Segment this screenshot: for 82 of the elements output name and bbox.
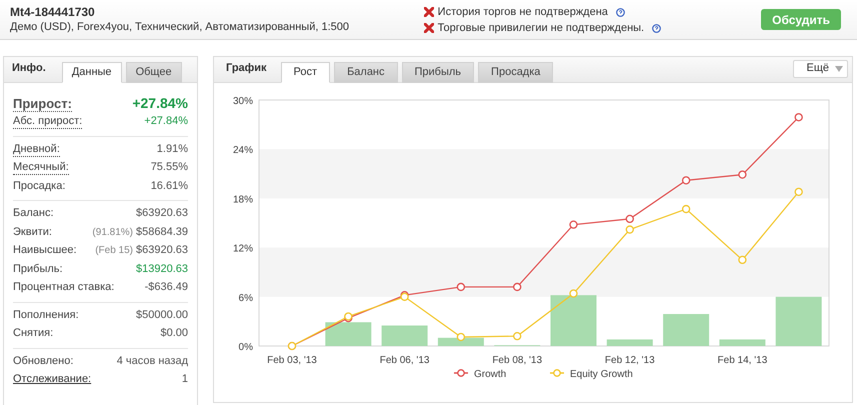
stat-value: 75.55% — [150, 160, 188, 175]
stat-value: $50000.00 — [136, 308, 188, 322]
stat-value: 1 — [182, 372, 188, 387]
stat-value: $0.00 — [160, 326, 188, 341]
stat-value: +27.84% — [144, 114, 188, 129]
y-tick-label: 6% — [238, 292, 253, 304]
cross-icon — [424, 7, 434, 17]
x-tick-label: Feb 12, '13 — [604, 355, 655, 366]
y-tick-label: 24% — [232, 145, 253, 156]
point — [626, 214, 634, 224]
stat-label: Месячный: — [13, 161, 69, 175]
account-title: Mt4-184441730 — [10, 5, 96, 20]
stat-value: 4 часов назад — [116, 354, 188, 368]
x-tick-label: Feb 14, '13 — [718, 355, 768, 366]
stat-label: Эквити: — [13, 224, 52, 240]
more-dropdown[interactable]: Ещё — [793, 60, 848, 78]
point — [794, 188, 803, 196]
warning-text: История торгов не подтверждена — [438, 4, 608, 20]
stat-value: -$636.49 — [144, 280, 188, 295]
bar — [325, 322, 372, 346]
stat-label: Прирост: — [13, 96, 72, 112]
stat-value: 16.61% — [150, 178, 188, 194]
bar — [382, 326, 428, 346]
stat-value: 1.91% — [156, 142, 188, 156]
panel-tab[interactable]: Общее — [126, 62, 182, 83]
legend-marker-icon — [550, 369, 564, 377]
panel-heading: Инфо. — [12, 60, 46, 76]
chart-tab[interactable]: Баланс — [334, 62, 398, 83]
stat-label: Снятия: — [13, 326, 54, 341]
stat-value: $63920.63 — [136, 206, 188, 221]
point — [794, 113, 803, 122]
stat-label: Баланс: — [13, 206, 54, 221]
point — [682, 204, 690, 214]
stat-value: $58684.39 — [136, 224, 188, 240]
legend-marker-icon — [454, 369, 468, 377]
chart-tab[interactable]: Рост — [280, 62, 330, 83]
point — [738, 170, 747, 179]
point — [569, 220, 578, 229]
point — [513, 282, 522, 292]
panel-tab[interactable]: Данные — [62, 62, 122, 83]
legend-label: Growth — [474, 369, 506, 380]
y-tick-label: 30% — [232, 96, 253, 107]
help-icon[interactable] — [616, 8, 625, 16]
stat-note: (Feb 15) — [95, 244, 133, 258]
stat-label: Абс. прирост: — [13, 115, 82, 129]
stat-label: Наивысшее: — [13, 243, 77, 258]
stat-label: Процентная ставка: — [13, 280, 114, 295]
point — [682, 176, 690, 185]
stat-value: $13920.63 — [136, 262, 188, 276]
help-icon[interactable] — [652, 24, 662, 32]
stat-label: Прибыль: — [13, 262, 63, 276]
x-tick-label: Feb 08, '13 — [492, 355, 542, 366]
point — [626, 225, 634, 234]
bar — [776, 296, 822, 346]
point — [456, 282, 466, 292]
cross-icon — [424, 23, 434, 33]
stat-value: $63920.63 — [136, 243, 188, 258]
tracking-link[interactable]: Отслеживание: — [13, 371, 92, 388]
point — [569, 289, 578, 298]
chart-tab[interactable]: Просадка — [478, 62, 554, 83]
legend-label: Equity Growth — [570, 369, 633, 380]
chart-tab[interactable]: Прибыль — [402, 62, 474, 83]
panel-heading: График — [226, 60, 267, 76]
x-tick-label: Feb 06, '13 — [380, 355, 430, 366]
stat-label: Пополнения: — [13, 308, 79, 322]
x-tick-label: Feb 03, '13 — [267, 355, 317, 366]
point — [738, 256, 747, 264]
warning-text: Торговые привилегии не подтверждены. — [438, 20, 644, 36]
stat-label: Просадка: — [13, 178, 66, 194]
stat-value: +27.84% — [132, 94, 188, 113]
y-tick-label: 0% — [238, 342, 253, 353]
stat-label: Обновлено: — [13, 354, 74, 368]
stat-note: (91.81%) — [92, 226, 133, 240]
bar — [663, 314, 710, 346]
account-details: Демо (USD), Forex4you, Технический, Автоматизированный, 1:500 — [10, 20, 350, 34]
point — [513, 332, 522, 340]
y-tick-label: 12% — [232, 244, 253, 255]
y-tick-label: 18% — [232, 194, 253, 206]
bar — [550, 295, 596, 346]
point — [456, 332, 466, 342]
stat-label: Дневной: — [13, 142, 60, 156]
caret-icon — [835, 66, 843, 72]
